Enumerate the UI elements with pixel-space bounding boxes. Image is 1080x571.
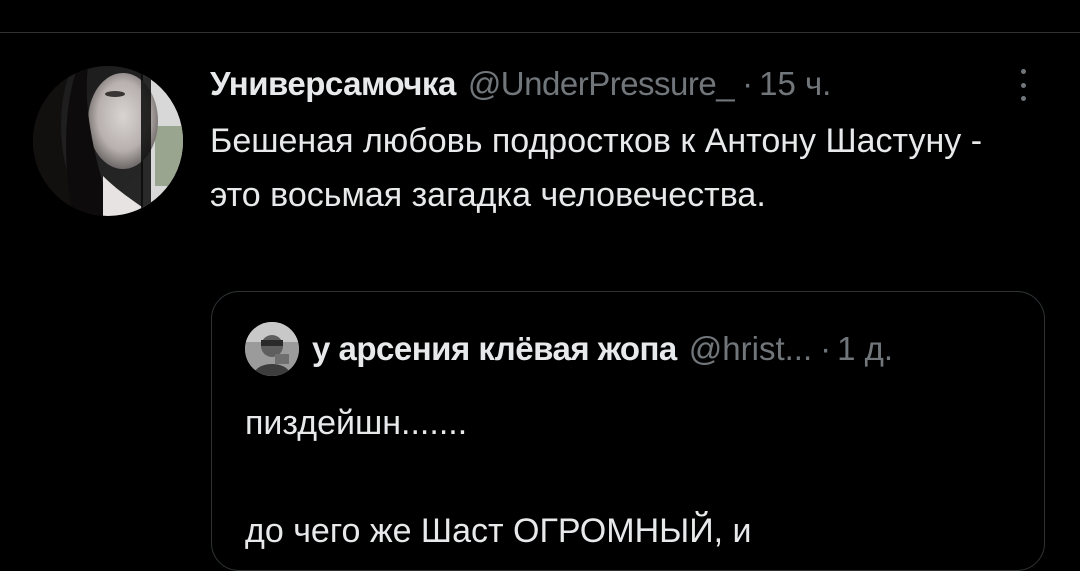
tweet-avatar[interactable]	[33, 66, 183, 216]
tweet[interactable]: Универсамочка @UnderPressure_ · 15 ч. Бе…	[0, 33, 1080, 571]
tweet-content: Универсамочка @UnderPressure_ · 15 ч. Бе…	[210, 59, 1040, 222]
display-name[interactable]: Универсамочка	[210, 59, 456, 109]
user-handle[interactable]: @UnderPressure_	[468, 59, 735, 109]
quoted-user-handle: @hrist...	[688, 330, 813, 367]
separator-dot: ·	[742, 65, 754, 102]
quoted-tweet-text: пиздейшн....... до чего же Шаст ОГРОМНЫЙ…	[245, 396, 1025, 558]
profile-photo-icon	[33, 66, 183, 216]
quoted-display-name: у арсения клёвая жопа	[312, 330, 677, 367]
tweet-text: Бешеная любовь подростков к Антону Шасту…	[210, 122, 983, 214]
quoted-text-line-1: пиздейшн.......	[245, 404, 468, 442]
profile-photo-icon	[245, 322, 299, 376]
quoted-text-line-2: до чего же Шаст ОГРОМНЫЙ, и	[245, 512, 752, 550]
quoted-tweet-header: у арсения клёвая жопа @hrist... · 1 д.	[312, 322, 893, 376]
quoted-tweet-avatar	[245, 322, 299, 376]
quoted-tweet-timestamp: 1 д.	[837, 330, 894, 367]
tweet-header: Универсамочка @UnderPressure_ · 15 ч.	[210, 59, 1040, 109]
tweet-timestamp[interactable]: 15 ч.	[759, 59, 831, 109]
separator-dot: ·	[820, 330, 832, 367]
quoted-tweet[interactable]: у арсения клёвая жопа @hrist... · 1 д. п…	[211, 291, 1045, 571]
